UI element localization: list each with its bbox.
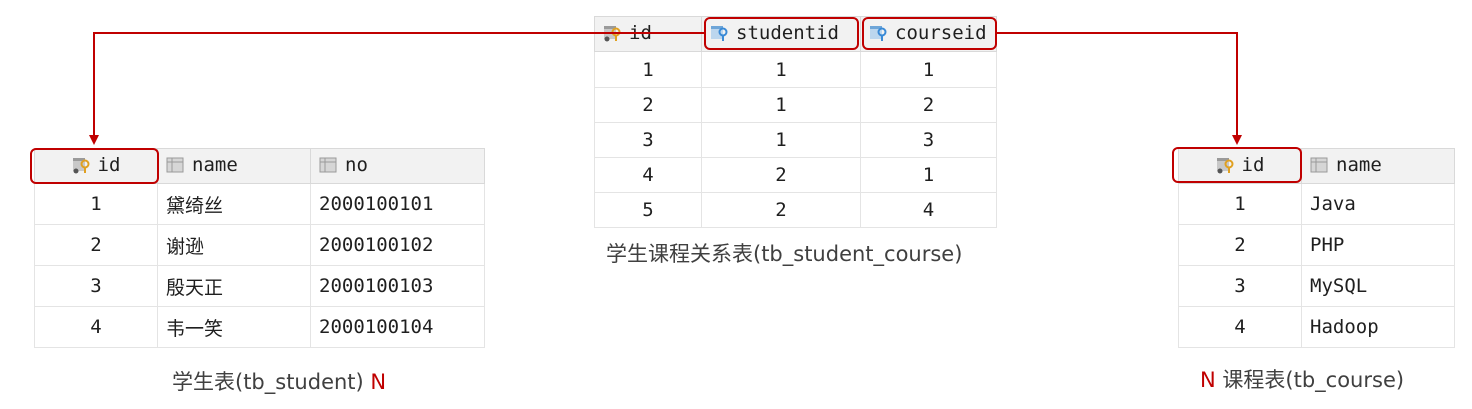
table-row: 4 2 1 bbox=[594, 157, 997, 193]
course-table: id name 1 Java 2 PHP 3 MySQL 4 Hadoop bbox=[1178, 148, 1455, 348]
table-cell: 3 bbox=[1178, 265, 1302, 307]
course-col-name[interactable]: name bbox=[1301, 148, 1455, 184]
table-cell: 韦一笑 bbox=[157, 306, 311, 348]
relation-table: id studentid courseid 1 1 1 2 1 2 3 1 3 … bbox=[594, 16, 997, 228]
student-table-caption: 学生表(tb_student) N bbox=[172, 366, 386, 396]
course-col-id[interactable]: id bbox=[1178, 148, 1302, 184]
table-cell: 1 bbox=[701, 87, 861, 123]
primary-key-icon bbox=[604, 25, 621, 41]
student-table-caption-text: 学生表(tb_student) bbox=[172, 370, 364, 394]
table-cell: 3 bbox=[594, 122, 702, 158]
table-cell: 2 bbox=[34, 224, 158, 266]
student-col-name-label: name bbox=[192, 153, 238, 176]
table-cell: 1 bbox=[701, 51, 861, 88]
table-cell: 1 bbox=[34, 183, 158, 225]
foreign-key-icon bbox=[870, 25, 887, 41]
table-cell: Hadoop bbox=[1301, 306, 1455, 348]
table-cell: 1 bbox=[860, 157, 997, 193]
table-cell: 1 bbox=[1178, 183, 1302, 225]
table-row: 1 黛绮丝 2000100101 bbox=[34, 183, 485, 225]
table-cell: 1 bbox=[594, 51, 702, 88]
student-col-no[interactable]: no bbox=[310, 148, 485, 184]
cardinality-label: N bbox=[370, 370, 387, 394]
foreign-key-icon bbox=[711, 25, 728, 41]
course-col-id-label: id bbox=[1241, 153, 1265, 176]
table-cell: 4 bbox=[860, 192, 997, 228]
relation-col-id-label: id bbox=[629, 21, 652, 44]
primary-key-icon bbox=[1216, 157, 1234, 173]
table-cell: 黛绮丝 bbox=[157, 183, 311, 225]
table-cell: 1 bbox=[860, 51, 997, 88]
table-cell: 3 bbox=[860, 122, 997, 158]
course-table-caption-text: 课程表(tb_course) bbox=[1222, 368, 1405, 392]
table-cell: 2000100103 bbox=[310, 265, 485, 307]
table-cell: PHP bbox=[1301, 224, 1455, 266]
table-row: 3 1 3 bbox=[594, 122, 997, 158]
table-cell: 2 bbox=[701, 157, 861, 193]
table-cell: 殷天正 bbox=[157, 265, 311, 307]
table-cell: 2000100101 bbox=[310, 183, 485, 225]
table-row: 3 MySQL bbox=[1178, 265, 1455, 307]
table-cell: 5 bbox=[594, 192, 702, 228]
student-col-id-label: id bbox=[97, 153, 121, 176]
primary-key-icon bbox=[72, 157, 90, 173]
table-cell: 2 bbox=[860, 87, 997, 123]
cardinality-label: N bbox=[1200, 368, 1216, 392]
relation-table-caption: 学生课程关系表(tb_student_course) bbox=[606, 238, 962, 268]
table-cell: 2000100104 bbox=[310, 306, 485, 348]
table-row: 3 殷天正 2000100103 bbox=[34, 265, 485, 307]
student-col-no-label: no bbox=[345, 153, 368, 176]
table-row: 2 谢逊 2000100102 bbox=[34, 224, 485, 266]
table-row: 5 2 4 bbox=[594, 192, 997, 228]
relation-table-caption-text: 学生课程关系表(tb_student_course) bbox=[606, 242, 963, 266]
table-row: 4 Hadoop bbox=[1178, 306, 1455, 348]
relation-col-id[interactable]: id bbox=[594, 16, 702, 52]
table-row: 4 韦一笑 2000100104 bbox=[34, 306, 485, 348]
table-cell: 2000100102 bbox=[310, 224, 485, 266]
table-row: 2 PHP bbox=[1178, 224, 1455, 266]
table-cell: 2 bbox=[594, 87, 702, 123]
table-row: 2 1 2 bbox=[594, 87, 997, 123]
table-row: 1 Java bbox=[1178, 183, 1455, 225]
relation-col-courseid[interactable]: courseid bbox=[860, 16, 997, 52]
table-cell: 3 bbox=[34, 265, 158, 307]
course-col-name-label: name bbox=[1336, 153, 1382, 176]
column-icon bbox=[166, 157, 184, 172]
table-cell: 谢逊 bbox=[157, 224, 311, 266]
table-cell: 1 bbox=[701, 122, 861, 158]
relation-col-studentid[interactable]: studentid bbox=[701, 16, 861, 52]
student-table: id name no 1 黛绮丝 2000100101 2 谢逊 2000100… bbox=[34, 148, 485, 348]
table-cell: Java bbox=[1301, 183, 1455, 225]
relation-col-studentid-label: studentid bbox=[736, 21, 839, 44]
table-cell: MySQL bbox=[1301, 265, 1455, 307]
table-cell: 2 bbox=[701, 192, 861, 228]
table-cell: 4 bbox=[1178, 306, 1302, 348]
student-col-id[interactable]: id bbox=[34, 148, 158, 184]
relation-col-courseid-label: courseid bbox=[895, 21, 987, 44]
student-col-name[interactable]: name bbox=[157, 148, 311, 184]
column-icon bbox=[1310, 157, 1328, 172]
course-table-caption: N 课程表(tb_course) bbox=[1200, 364, 1404, 394]
table-row: 1 1 1 bbox=[594, 51, 997, 88]
connector-courseid-to-course bbox=[996, 32, 1242, 145]
table-cell: 2 bbox=[1178, 224, 1302, 266]
column-icon bbox=[319, 157, 337, 172]
table-cell: 4 bbox=[594, 157, 702, 193]
table-cell: 4 bbox=[34, 306, 158, 348]
